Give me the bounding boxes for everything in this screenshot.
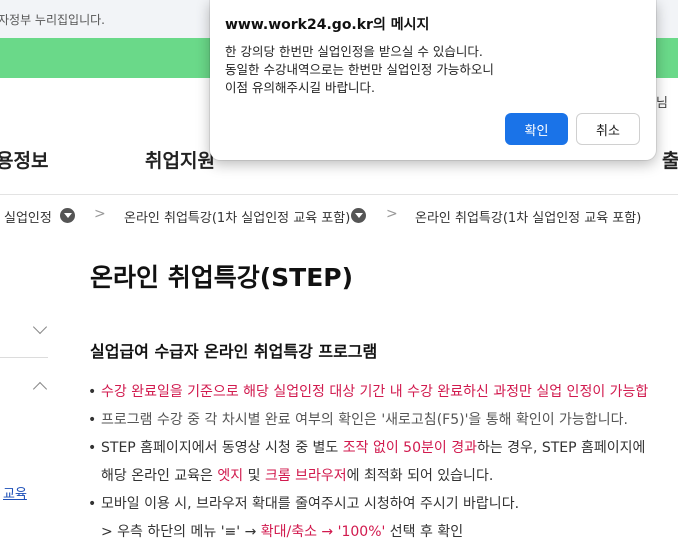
notice-highlight: 엣지: [217, 468, 244, 484]
caret-down-icon[interactable]: [60, 208, 75, 223]
notice-text: STEP 홈페이지에서 동영상 시청 중 별도: [101, 440, 343, 456]
cancel-button[interactable]: 취소: [576, 113, 640, 145]
notice-line: STEP 홈페이지에서 동영상 시청 중 별도 조작 없이 50분이 경과하는 …: [101, 434, 678, 462]
notice-line: 해당 온라인 교육은 엣지 및 크롬 브라우저에 최적화 되어 있습니다.: [101, 462, 678, 490]
breadcrumb-current: 온라인 취업특강(1차 실업인정 교육 포함): [415, 211, 642, 226]
notice-text: > 우측 하단의 메뉴 '≡' →: [101, 524, 261, 540]
dialog-message-line: 동일한 수강내역으로는 한번만 실업인정 가능하오니: [225, 62, 494, 77]
dialog-message: 한 강의당 한번만 실업인정을 받으실 수 있습니다. 동일한 수강내역으로는 …: [225, 43, 494, 97]
notice-text: 및: [243, 468, 265, 484]
breadcrumb-item[interactable]: 온라인 취업특강(1차 실업인정 교육 포함): [124, 207, 350, 226]
notice-highlight: 확대/축소 → '100%': [260, 524, 386, 540]
breadcrumb: 실업인정 > 온라인 취업특강(1차 실업인정 교육 포함) > 온라인 취업특…: [0, 205, 678, 227]
list-item: STEP 홈페이지에서 동영상 시청 중 별도 조작 없이 50분이 경과하는 …: [86, 434, 678, 490]
sidebar-divider: [0, 357, 48, 358]
nav-item-partial[interactable]: 출: [662, 146, 678, 173]
chevron-down-icon[interactable]: [32, 319, 48, 335]
nav-item-info[interactable]: 용정보: [0, 146, 48, 173]
notice-text: 선택 후 확인: [385, 524, 464, 540]
confirm-button[interactable]: 확인: [505, 113, 568, 145]
nav-item-job-support[interactable]: 취업지원: [145, 146, 215, 173]
notice-highlight: 조작 없이 50분이 경과: [342, 440, 477, 456]
notice-text: 에 최적화 되어 있습니다.: [346, 468, 494, 484]
notice-text: 하는 경우, STEP 홈페이지에: [476, 440, 646, 456]
breadcrumb-item[interactable]: 실업인정: [4, 207, 52, 226]
notice-line: > 우측 하단의 메뉴 '≡' → 확대/축소 → '100%' 선택 후 확인: [101, 518, 678, 546]
breadcrumb-separator: >: [386, 206, 398, 222]
notice-text: 해당 온라인 교육은: [101, 468, 218, 484]
list-item: 수강 완료일을 기준으로 해당 실업인정 대상 기간 내 수강 완료하신 과정만…: [86, 378, 678, 406]
breadcrumb-separator: >: [94, 206, 106, 222]
notice-text: 수강 완료일을 기준으로 해당 실업인정 대상 기간 내 수강 완료하신 과정만…: [101, 384, 649, 400]
header-divider: [0, 194, 678, 195]
page-title: 온라인 취업특강(STEP): [90, 263, 354, 292]
notice-highlight: 크롬 브라우저: [264, 468, 347, 484]
chevron-up-icon[interactable]: [32, 381, 48, 397]
notice-list: 수강 완료일을 기준으로 해당 실업인정 대상 기간 내 수강 완료하신 과정만…: [86, 378, 678, 546]
caret-down-icon[interactable]: [351, 208, 366, 223]
gov-notice-text: 자정부 누리집입니다.: [0, 13, 105, 27]
dialog-message-line: 이점 유의해주시길 바랍니다.: [225, 80, 375, 95]
notice-text: 프로그램 수강 중 각 차시별 완료 여부의 확인은 '새로고침(F5)'을 통…: [101, 412, 628, 428]
dialog-title: www.work24.go.kr의 메시지: [225, 17, 430, 33]
list-item: 모바일 이용 시, 브라우저 확대를 줄여주시고 시청하여 주시기 바랍니다. …: [86, 490, 678, 546]
dialog-message-line: 한 강의당 한번만 실업인정을 받으실 수 있습니다.: [225, 44, 483, 59]
page: 자정부 누리집입니다. 님 용정보 취업지원 출 실업인정 > 온라인 취업특강…: [0, 0, 678, 551]
sidebar-link-education[interactable]: 교육: [3, 483, 27, 502]
user-greeting-text: 님: [656, 96, 668, 111]
section-title: 실업급여 수급자 온라인 취업특강 프로그램: [90, 342, 378, 361]
alert-dialog: www.work24.go.kr의 메시지 한 강의당 한번만 실업인정을 받으…: [210, 0, 656, 160]
notice-text: 모바일 이용 시, 브라우저 확대를 줄여주시고 시청하여 주시기 바랍니다.: [101, 496, 520, 512]
list-item: 프로그램 수강 중 각 차시별 완료 여부의 확인은 '새로고침(F5)'을 통…: [86, 406, 678, 434]
